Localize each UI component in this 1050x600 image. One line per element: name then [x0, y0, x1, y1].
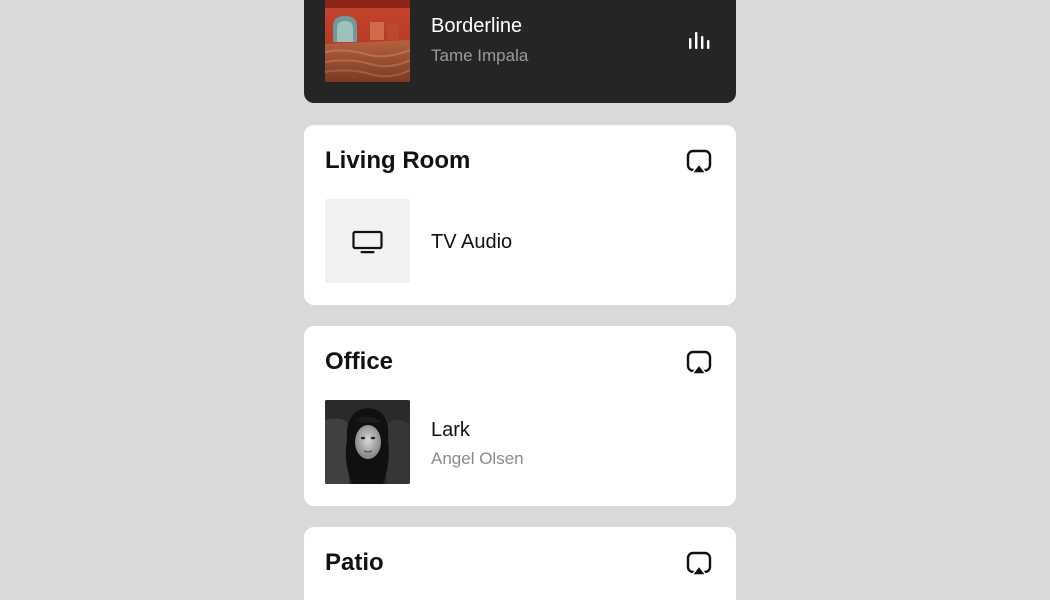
equalizer-icon[interactable]: [688, 30, 710, 50]
album-art: [325, 0, 410, 82]
room-title: Patio: [325, 549, 384, 576]
room-card-patio[interactable]: Patio: [304, 527, 736, 600]
source-title: Lark: [431, 419, 470, 441]
room-list: Borderline Tame Impala Living Room TV Au…: [0, 0, 1050, 600]
source-title: TV Audio: [431, 231, 513, 253]
album-art-image: [325, 0, 410, 82]
album-art-portrait: [325, 400, 410, 484]
room-card-office[interactable]: Office Lark Angel Olsen: [304, 326, 736, 506]
room-title: Living Room: [325, 147, 471, 174]
room-card-living-room[interactable]: Living Room TV Audio: [304, 125, 736, 305]
now-playing-card[interactable]: Borderline Tame Impala: [304, 0, 736, 103]
source-tile[interactable]: [325, 400, 410, 484]
room-title: Office: [325, 348, 394, 375]
now-playing-title: Borderline: [431, 15, 523, 37]
airplay-icon[interactable]: [686, 551, 712, 577]
airplay-icon[interactable]: [686, 350, 712, 376]
source-subtitle: Angel Olsen: [431, 449, 524, 468]
tv-icon: [352, 230, 383, 254]
airplay-icon[interactable]: [686, 149, 712, 175]
source-tile[interactable]: [325, 199, 410, 283]
now-playing-artist: Tame Impala: [431, 46, 529, 65]
